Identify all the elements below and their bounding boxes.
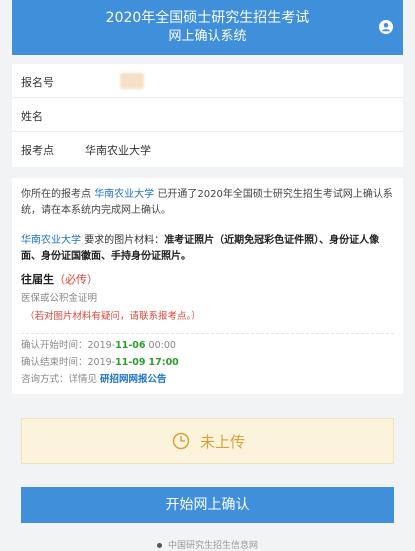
contact-label: 咨询方式：详情见 <box>21 374 98 385</box>
upload-status-text: 未上传 <box>200 433 246 451</box>
end-year: 2019- <box>87 357 116 368</box>
question-note: （若对图片材料有疑问，请联系报考点。） <box>25 311 201 322</box>
required-tag: （必传） <box>54 273 98 286</box>
footer-text: 中国研究生招生信息网 <box>167 541 258 551</box>
exam-site-label: 报考点 <box>21 144 54 157</box>
footer-logo-icon <box>156 543 162 548</box>
end-time-label: 确认结束时间： <box>21 357 88 368</box>
info-row-exam-site: 报考点 华南农业大学 <box>12 132 403 166</box>
school-name: 华南农业大学 <box>94 189 155 200</box>
confirm-start-time: 确认开始时间：2019-11-06 00:00 <box>21 338 176 354</box>
end-hour: 17:00 <box>148 357 179 368</box>
start-date: 11-06 <box>115 340 146 351</box>
school-name-2: 华南农业大学 <box>21 235 81 246</box>
header-title-line1: 2020年全国硕士研究生招生考试 <box>105 10 310 26</box>
registration-number-label: 报名号 <box>21 76 54 89</box>
start-hour: 00:00 <box>145 340 176 351</box>
start-confirm-button[interactable]: 开始网上确认 <box>21 487 394 523</box>
info-row-registration-number: 报名号 <box>12 64 403 98</box>
app-header: 2020年全国硕士研究生招生考试 网上确认系统 <box>12 0 403 55</box>
required-materials: 华南农业大学 要求的图片材料：准考证照片（近期免冠彩色证件照）、身份证人像面、身… <box>21 233 396 265</box>
user-icon[interactable] <box>379 20 393 34</box>
end-date: 11-09 <box>115 357 146 368</box>
redacted-value <box>120 73 144 89</box>
notice-intro: 你所在的报考点 华南农业大学 已开通了2020年全国硕士研究生招生考试网上确认系… <box>21 187 396 219</box>
notice-card: 你所在的报考点 华南农业大学 已开通了2020年全国硕士研究生招生考试网上确认系… <box>12 178 403 394</box>
start-year: 2019- <box>87 340 116 351</box>
upload-status-box: 未上传 <box>21 418 394 464</box>
graduate-heading: 往届生（必传） <box>21 272 98 288</box>
graduate-label: 往届生 <box>21 273 54 286</box>
start-time-label: 确认开始时间： <box>21 340 88 351</box>
clock-icon <box>172 432 190 450</box>
required-materials-prefix: 要求的图片材料： <box>84 235 165 246</box>
confirm-end-time: 确认结束时间：2019-11-09 17:00 <box>21 355 179 371</box>
header-title-line2: 网上确认系统 <box>168 29 247 44</box>
divider <box>21 333 394 334</box>
exam-site-value: 华南农业大学 <box>85 144 151 157</box>
contact-info: 咨询方式：详情见 研招网网报公告 <box>21 372 167 388</box>
announcement-link[interactable]: 研招网网报公告 <box>100 374 167 385</box>
name-label: 姓名 <box>21 110 43 123</box>
notice-intro-prefix: 你所在的报考点 <box>21 189 91 200</box>
footer: 中国研究生招生信息网 <box>0 538 415 551</box>
graduate-item: 医保或公积金证明 <box>21 293 98 304</box>
info-row-name: 姓名 <box>12 98 403 132</box>
candidate-info-card: 报名号 姓名 报考点 华南农业大学 <box>12 64 403 167</box>
